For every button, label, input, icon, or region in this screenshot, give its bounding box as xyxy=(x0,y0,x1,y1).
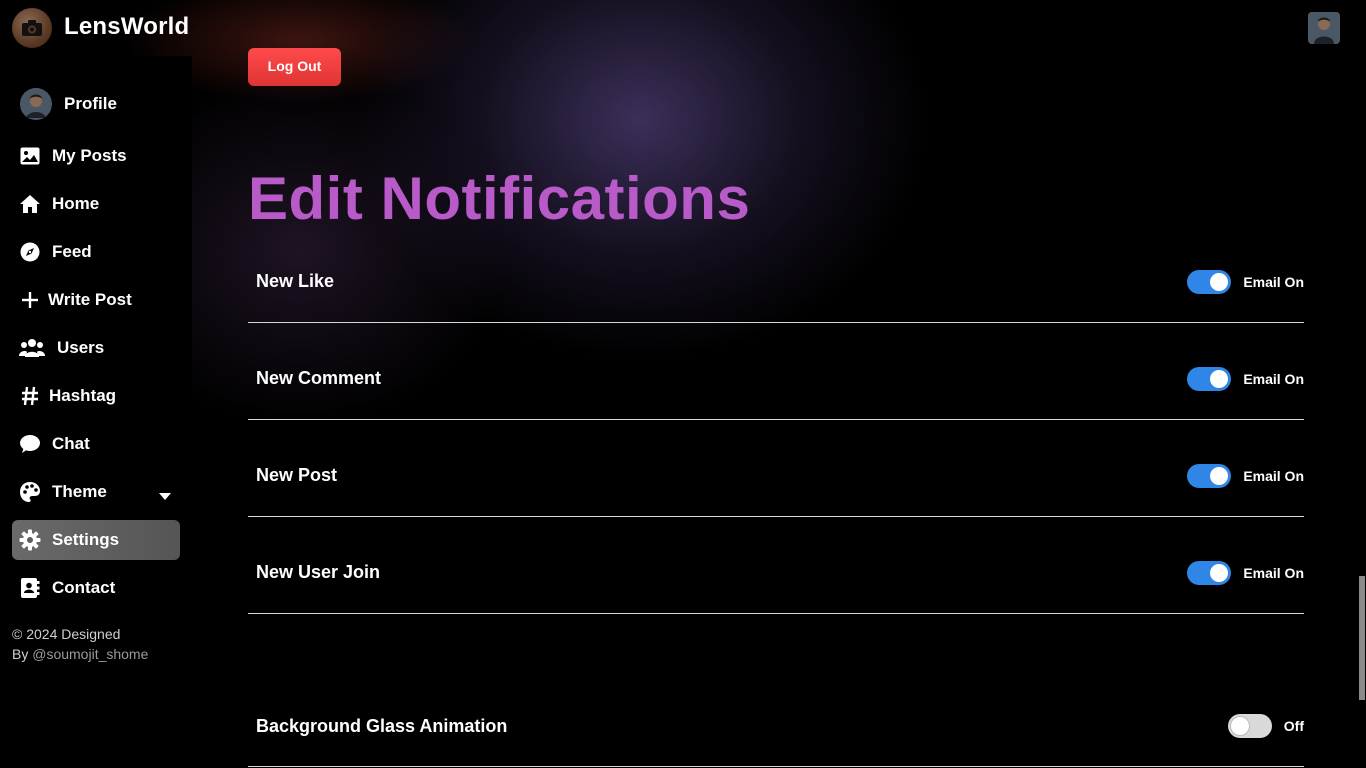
email-toggle[interactable] xyxy=(1187,270,1232,294)
toggle-state-text: Email On xyxy=(1243,565,1304,581)
brand-name[interactable]: LensWorld xyxy=(64,13,189,41)
footer-copyright: © 2024 Designed xyxy=(12,626,121,642)
logout-label: Log Out xyxy=(267,58,322,74)
notification-control: Email On xyxy=(1187,464,1304,488)
footer-by: By xyxy=(12,646,33,662)
setting-label: Background Glass Animation xyxy=(256,716,508,736)
sidebar-item-my-posts[interactable]: My Posts xyxy=(12,136,180,176)
notification-control: Email On xyxy=(1187,561,1304,585)
notification-row-new-post: New Post Email On xyxy=(248,420,1304,517)
chevron-down-icon[interactable] xyxy=(158,486,172,506)
palette-icon xyxy=(18,480,42,504)
sidebar-item-users[interactable]: Users xyxy=(12,328,180,368)
sidebar-item-theme[interactable]: Theme xyxy=(12,472,180,512)
footer-credit: By @soumojit_shome xyxy=(12,646,148,662)
plus-icon xyxy=(18,288,42,312)
gear-icon xyxy=(18,528,42,552)
page-title: Edit Notifications xyxy=(248,165,751,232)
user-avatar[interactable] xyxy=(1308,12,1340,44)
sidebar-item-home[interactable]: Home xyxy=(12,184,180,224)
notification-row-new-comment: New Comment Email On xyxy=(248,323,1304,420)
sidebar-item-label: Contact xyxy=(52,578,116,597)
setting-row-background-animation: Background Glass Animation Off xyxy=(248,670,1304,767)
sidebar-item-feed[interactable]: Feed xyxy=(12,232,180,272)
notification-control: Email On xyxy=(1187,367,1304,391)
sidebar-item-label: Feed xyxy=(52,242,92,261)
sidebar-item-label: Write Post xyxy=(48,290,132,309)
sidebar-item-label: Settings xyxy=(52,530,120,549)
sidebar-item-label: Users xyxy=(57,338,105,357)
image-icon xyxy=(18,144,42,168)
sidebar-item-label: Theme xyxy=(52,482,107,501)
toggle-state-text: Email On xyxy=(1243,274,1304,290)
sidebar: Profile My Posts Home Feed Write Post Us… xyxy=(0,56,192,768)
sidebar-item-hashtag[interactable]: Hashtag xyxy=(12,376,180,416)
contact-card-icon xyxy=(18,576,42,600)
sidebar-item-profile[interactable]: Profile xyxy=(12,84,180,124)
toggle-state-text: Off xyxy=(1283,718,1304,734)
sidebar-item-chat[interactable]: Chat xyxy=(12,424,180,464)
notification-label: New Comment xyxy=(256,368,382,388)
hashtag-icon xyxy=(18,384,42,408)
notification-label: New Like xyxy=(256,271,335,291)
header: LensWorld xyxy=(0,0,1366,56)
email-toggle[interactable] xyxy=(1187,367,1232,391)
notification-label: New Post xyxy=(256,465,338,485)
sidebar-item-contact[interactable]: Contact xyxy=(12,568,180,608)
setting-control: Off xyxy=(1227,714,1304,738)
sidebar-item-label: Profile xyxy=(64,94,117,113)
compass-icon xyxy=(18,240,42,264)
background-animation-toggle[interactable] xyxy=(1227,714,1272,738)
sidebar-item-label: Chat xyxy=(52,434,90,453)
author-handle-link[interactable]: @soumojit_shome xyxy=(32,646,148,662)
camera-icon[interactable] xyxy=(12,8,52,48)
home-icon xyxy=(18,192,42,216)
email-toggle[interactable] xyxy=(1187,561,1232,585)
scrollbar-track[interactable] xyxy=(1358,0,1366,768)
sidebar-item-write-post[interactable]: Write Post xyxy=(12,280,180,320)
notification-control: Email On xyxy=(1187,270,1304,294)
scrollbar-thumb[interactable] xyxy=(1359,576,1365,700)
avatar xyxy=(20,88,52,120)
toggle-state-text: Email On xyxy=(1243,468,1304,484)
notification-row-new-user-join: New User Join Email On xyxy=(248,517,1304,614)
notification-label: New User Join xyxy=(256,562,381,582)
sidebar-item-label: Home xyxy=(52,194,100,213)
email-toggle[interactable] xyxy=(1187,464,1232,488)
users-icon xyxy=(18,336,46,360)
notification-row-new-like: New Like Email On xyxy=(248,226,1304,323)
chat-bubble-icon xyxy=(18,432,42,456)
sidebar-item-settings[interactable]: Settings xyxy=(12,520,180,560)
sidebar-item-label: Hashtag xyxy=(49,386,117,405)
sidebar-item-label: My Posts xyxy=(52,146,127,165)
toggle-state-text: Email On xyxy=(1243,371,1304,387)
logout-button[interactable]: Log Out xyxy=(248,48,341,86)
